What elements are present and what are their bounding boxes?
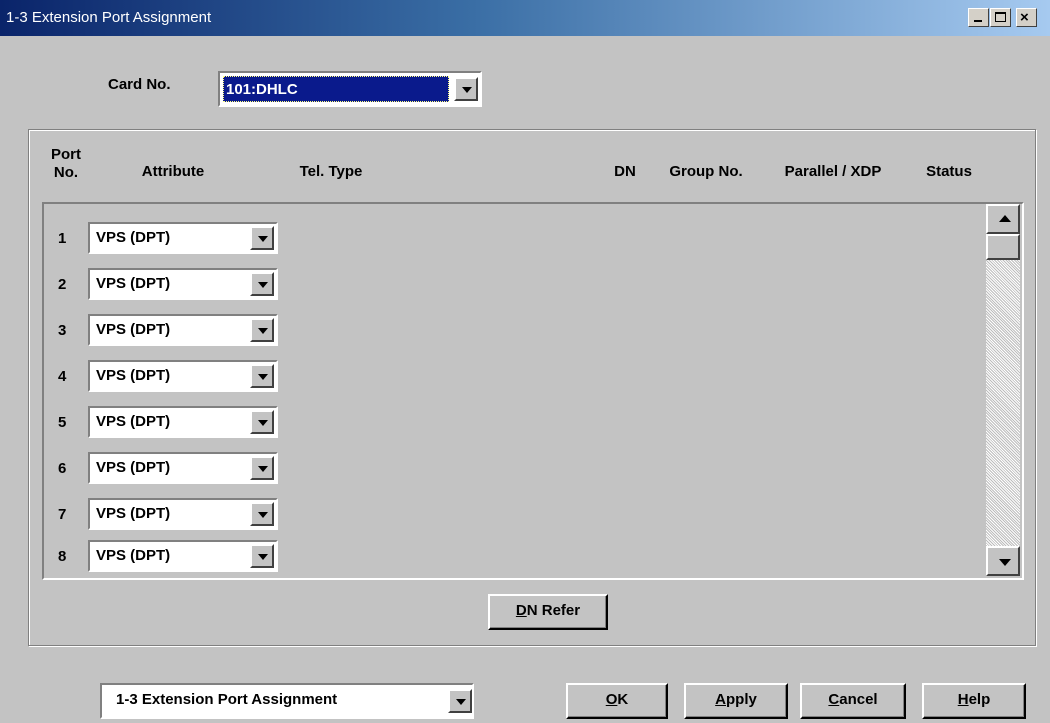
minimize-button[interactable]: [968, 8, 989, 27]
minimize-icon: [974, 20, 982, 22]
help-mnemonic: H: [957, 691, 969, 708]
header-status: Status: [926, 163, 972, 180]
help-button[interactable]: Help: [922, 683, 1026, 719]
cancel-mnemonic: C: [828, 691, 840, 708]
chevron-down-icon: [258, 328, 268, 334]
port-number: 6: [58, 460, 67, 477]
port-number: 1: [58, 230, 67, 247]
attribute-select[interactable]: VPS (DPT): [88, 268, 278, 300]
help-label: elp: [968, 691, 991, 708]
ok-label: K: [617, 691, 629, 708]
arrow-up-icon: [999, 215, 1011, 222]
apply-button[interactable]: Apply: [684, 683, 788, 719]
scroll-up-button[interactable]: [986, 204, 1020, 234]
chevron-down-icon: [258, 466, 268, 472]
attribute-dropdown-button[interactable]: [250, 544, 274, 568]
attribute-dropdown-button[interactable]: [250, 502, 274, 526]
attribute-dropdown-button[interactable]: [250, 318, 274, 342]
card-no-select[interactable]: 101:DHLC: [218, 71, 482, 107]
cancel-label: ancel: [839, 691, 878, 708]
attribute-value: VPS (DPT): [96, 413, 171, 430]
chevron-down-icon: [258, 374, 268, 380]
card-no-dropdown-button[interactable]: [454, 77, 478, 101]
chevron-down-icon: [258, 236, 268, 242]
attribute-select[interactable]: VPS (DPT): [88, 360, 278, 392]
port-number: 4: [58, 368, 67, 385]
chevron-down-icon: [462, 87, 472, 93]
port-number: 2: [58, 276, 67, 293]
port-list[interactable]: 1 VPS (DPT) 2 VPS (DPT) 3 VPS (DPT) 4 VP…: [42, 202, 1024, 580]
close-button[interactable]: ×: [1016, 8, 1037, 27]
attribute-dropdown-button[interactable]: [250, 364, 274, 388]
header-port-line1: Port: [51, 146, 81, 163]
chevron-down-icon: [258, 554, 268, 560]
attribute-select[interactable]: VPS (DPT): [88, 406, 278, 438]
attribute-value: VPS (DPT): [96, 505, 171, 522]
card-no-value: 101:DHLC: [223, 76, 449, 102]
port-number: 7: [58, 506, 67, 523]
attribute-value: VPS (DPT): [96, 229, 171, 246]
header-group-no: Group No.: [669, 163, 743, 180]
chevron-down-icon: [456, 699, 466, 705]
vertical-scrollbar[interactable]: [986, 204, 1020, 576]
apply-label: pply: [726, 691, 757, 708]
page-nav-value: 1-3 Extension Port Assignment: [116, 691, 338, 708]
cancel-button[interactable]: Cancel: [800, 683, 906, 719]
attribute-value: VPS (DPT): [96, 367, 171, 384]
scroll-down-button[interactable]: [986, 546, 1020, 576]
attribute-value: VPS (DPT): [96, 547, 171, 564]
ok-button[interactable]: OK: [566, 683, 668, 719]
chevron-down-icon: [258, 512, 268, 518]
close-icon: ×: [1020, 9, 1029, 26]
attribute-select[interactable]: VPS (DPT): [88, 540, 278, 572]
header-port-line2: No.: [53, 164, 79, 181]
header-port-no: Port No.: [48, 146, 84, 182]
page-nav-dropdown-button[interactable]: [448, 689, 472, 713]
dn-refer-button[interactable]: DN Refer: [488, 594, 608, 630]
dn-refer-mnemonic: D: [515, 602, 527, 619]
ok-mnemonic: O: [605, 691, 618, 708]
maximize-button[interactable]: [990, 8, 1011, 27]
chevron-down-icon: [258, 420, 268, 426]
attribute-select[interactable]: VPS (DPT): [88, 314, 278, 346]
arrow-down-icon: [999, 559, 1011, 566]
attribute-dropdown-button[interactable]: [250, 410, 274, 434]
attribute-value: VPS (DPT): [96, 275, 171, 292]
chevron-down-icon: [258, 282, 268, 288]
card-no-label: Card No.: [108, 76, 171, 93]
header-parallel-xdp: Parallel / XDP: [784, 163, 882, 180]
maximize-icon: [995, 12, 1006, 22]
header-tel-type: Tel. Type: [299, 163, 363, 180]
attribute-dropdown-button[interactable]: [250, 272, 274, 296]
port-number: 8: [58, 548, 67, 565]
window-title: 1-3 Extension Port Assignment: [6, 9, 212, 26]
attribute-dropdown-button[interactable]: [250, 456, 274, 480]
port-number: 5: [58, 414, 67, 431]
attribute-select[interactable]: VPS (DPT): [88, 452, 278, 484]
attribute-value: VPS (DPT): [96, 459, 171, 476]
attribute-select[interactable]: VPS (DPT): [88, 222, 278, 254]
attribute-value: VPS (DPT): [96, 321, 171, 338]
page-nav-select[interactable]: 1-3 Extension Port Assignment: [100, 683, 474, 719]
attribute-dropdown-button[interactable]: [250, 226, 274, 250]
port-number: 3: [58, 322, 67, 339]
header-attribute: Attribute: [141, 163, 205, 180]
scroll-thumb[interactable]: [986, 234, 1020, 260]
apply-mnemonic: A: [715, 691, 726, 708]
dn-refer-label: N Refer: [526, 602, 581, 619]
header-dn: DN: [614, 163, 636, 180]
title-bar[interactable]: 1-3 Extension Port Assignment ×: [0, 0, 1050, 36]
attribute-select[interactable]: VPS (DPT): [88, 498, 278, 530]
